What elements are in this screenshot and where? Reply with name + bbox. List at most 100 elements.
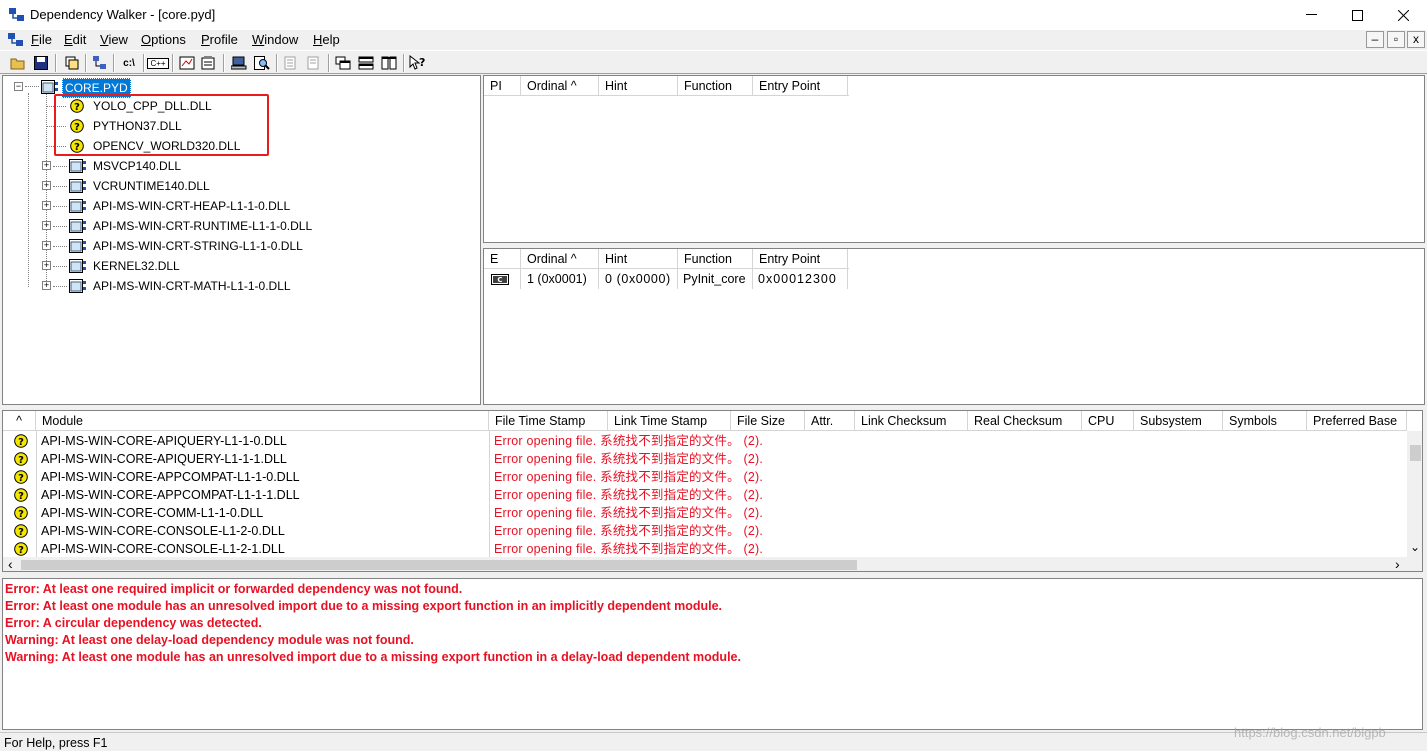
col-ordinal[interactable]: Ordinal ^	[521, 76, 599, 96]
scroll-left-arrow[interactable]: ‹	[8, 557, 13, 572]
col-module[interactable]: Module	[36, 411, 489, 431]
save-button[interactable]	[30, 53, 52, 73]
tree-item-label: API-MS-WIN-CRT-HEAP-L1-1-0.DLL	[93, 199, 291, 213]
module-row[interactable]: ? API-MS-WIN-CORE-APPCOMPAT-L1-1-0.DLL E…	[3, 468, 1407, 486]
imports-header: PI Ordinal ^ Hint Function Entry Point	[484, 76, 849, 96]
system-information-button[interactable]	[228, 53, 250, 73]
module-row[interactable]: ? API-MS-WIN-CORE-CONSOLE-L1-2-1.DLL Err…	[3, 540, 1407, 557]
module-row[interactable]: ? API-MS-WIN-CORE-APPCOMPAT-L1-1-1.DLL E…	[3, 486, 1407, 504]
title-bar: Dependency Walker - [core.pyd]	[0, 0, 1427, 30]
export-row[interactable]: C 1 (0x0001) 0 (0x0000) PyInit_core 0x00…	[484, 270, 849, 288]
col-file-time-stamp[interactable]: File Time Stamp	[489, 411, 608, 431]
undecorate-cpp-button[interactable]: C++	[147, 53, 169, 73]
col-cpu[interactable]: CPU	[1082, 411, 1134, 431]
svg-text:?: ?	[18, 455, 24, 466]
vertical-scroll-thumb[interactable]	[1410, 445, 1421, 461]
col-sort[interactable]: ^	[3, 411, 36, 431]
child-minimize-button[interactable]: –	[1366, 31, 1384, 48]
menu-file[interactable]: File	[31, 32, 52, 47]
expand-toggle[interactable]: +	[42, 161, 51, 170]
col-hint[interactable]: Hint	[599, 76, 678, 96]
expand-toggle[interactable]: +	[42, 281, 51, 290]
log-line: Warning: At least one delay-load depende…	[5, 633, 414, 647]
previous-button[interactable]	[280, 53, 302, 73]
tile-vertical-button[interactable]	[378, 53, 400, 73]
minimize-button[interactable]	[1288, 0, 1334, 30]
col-link-time-stamp[interactable]: Link Time Stamp	[608, 411, 731, 431]
module-row[interactable]: ? API-MS-WIN-CORE-APIQUERY-L1-1-1.DLL Er…	[3, 450, 1407, 468]
next-button[interactable]	[303, 53, 325, 73]
module-list[interactable]: ^ Module File Time Stamp Link Time Stamp…	[2, 410, 1423, 572]
close-button[interactable]	[1380, 0, 1426, 30]
child-close-button[interactable]: x	[1407, 31, 1425, 48]
col-hint[interactable]: Hint	[599, 249, 678, 269]
col-preferred-base[interactable]: Preferred Base	[1307, 411, 1407, 431]
log-line: Error: At least one module has an unreso…	[5, 599, 722, 613]
tree-item-crt-string-dll[interactable]: + API-MS-WIN-CRT-STRING-L1-1-0.DLL	[41, 236, 471, 256]
vertical-scrollbar[interactable]: ⌄	[1407, 431, 1422, 557]
tree-item-msvcp140-dll[interactable]: + MSVCP140.DLL	[41, 156, 471, 176]
find-button[interactable]	[251, 53, 273, 73]
parent-imports-list[interactable]: PI Ordinal ^ Hint Function Entry Point	[483, 75, 1425, 243]
context-help-button[interactable]: ?	[407, 53, 429, 73]
module-row[interactable]: ? API-MS-WIN-CORE-COMM-L1-1-0.DLL Error …	[3, 504, 1407, 522]
tree-item-vcruntime140-dll[interactable]: + VCRUNTIME140.DLL	[41, 176, 471, 196]
menu-help[interactable]: Help	[313, 32, 340, 47]
col-real-checksum[interactable]: Real Checksum	[968, 411, 1082, 431]
module-name: API-MS-WIN-CORE-COMM-L1-1-0.DLL	[41, 506, 264, 520]
child-restore-button[interactable]: ▫	[1387, 31, 1405, 48]
profile-start-button[interactable]	[176, 53, 198, 73]
exports-list[interactable]: E Ordinal ^ Hint Function Entry Point C …	[483, 248, 1425, 405]
module-row[interactable]: ? API-MS-WIN-CORE-APIQUERY-L1-1-0.DLL Er…	[3, 432, 1407, 450]
col-file-size[interactable]: File Size	[731, 411, 805, 431]
col-pi[interactable]: PI	[484, 76, 521, 96]
app-icon	[9, 8, 24, 21]
computer-icon	[231, 56, 247, 70]
autoexpand-button[interactable]	[89, 53, 111, 73]
scroll-right-arrow[interactable]: ›	[1395, 557, 1400, 572]
expand-toggle[interactable]: +	[42, 201, 51, 210]
export-function: PyInit_core	[683, 272, 746, 286]
tree-item-crt-heap-dll[interactable]: + API-MS-WIN-CRT-HEAP-L1-1-0.DLL	[41, 196, 471, 216]
col-function[interactable]: Function	[678, 76, 753, 96]
menu-view[interactable]: View	[100, 32, 128, 47]
expand-toggle[interactable]: +	[42, 221, 51, 230]
col-subsystem[interactable]: Subsystem	[1134, 411, 1223, 431]
menu-profile[interactable]: Profile	[201, 32, 238, 47]
scroll-down-arrow[interactable]: ⌄	[1410, 541, 1420, 553]
expand-toggle[interactable]: +	[42, 181, 51, 190]
menu-window[interactable]: Window	[252, 32, 298, 47]
collapse-toggle[interactable]: −	[14, 82, 23, 91]
module-icon	[69, 239, 86, 253]
tree-item-crt-math-dll[interactable]: + API-MS-WIN-CRT-MATH-L1-1-0.DLL	[41, 276, 471, 296]
expand-toggle[interactable]: +	[42, 261, 51, 270]
col-ordinal[interactable]: Ordinal ^	[521, 249, 599, 269]
maximize-button[interactable]	[1334, 0, 1380, 30]
tile-horizontal-button[interactable]	[355, 53, 377, 73]
horizontal-scroll-thumb[interactable]	[21, 560, 857, 570]
col-entry-point[interactable]: Entry Point	[753, 249, 848, 269]
col-link-checksum[interactable]: Link Checksum	[855, 411, 968, 431]
copy-button[interactable]	[60, 53, 82, 73]
full-paths-button[interactable]: c:\	[118, 53, 140, 73]
menu-edit[interactable]: Edit	[64, 32, 86, 47]
tree-item-crt-runtime-dll[interactable]: + API-MS-WIN-CRT-RUNTIME-L1-1-0.DLL	[41, 216, 471, 236]
module-row[interactable]: ? API-MS-WIN-CORE-CONSOLE-L1-2-0.DLL Err…	[3, 522, 1407, 540]
col-symbols[interactable]: Symbols	[1223, 411, 1307, 431]
cascade-button[interactable]	[332, 53, 354, 73]
col-function[interactable]: Function	[678, 249, 753, 269]
col-entry-point[interactable]: Entry Point	[753, 76, 848, 96]
expand-toggle[interactable]: +	[42, 241, 51, 250]
tree-item-kernel32-dll[interactable]: + KERNEL32.DLL	[41, 256, 471, 276]
search-icon	[254, 56, 270, 70]
missing-module-icon: ?	[14, 488, 28, 502]
col-e[interactable]: E	[484, 249, 521, 269]
module-name: API-MS-WIN-CORE-APPCOMPAT-L1-1-0.DLL	[41, 470, 300, 484]
properties-button[interactable]	[198, 53, 220, 73]
horizontal-scrollbar[interactable]: ‹ ›	[3, 557, 1422, 572]
log-window[interactable]: Error: At least one required implicit or…	[2, 578, 1423, 730]
menu-options[interactable]: Options	[141, 32, 186, 47]
module-name: API-MS-WIN-CORE-CONSOLE-L1-2-1.DLL	[41, 542, 285, 556]
col-attr[interactable]: Attr.	[805, 411, 855, 431]
open-button[interactable]	[7, 53, 29, 73]
